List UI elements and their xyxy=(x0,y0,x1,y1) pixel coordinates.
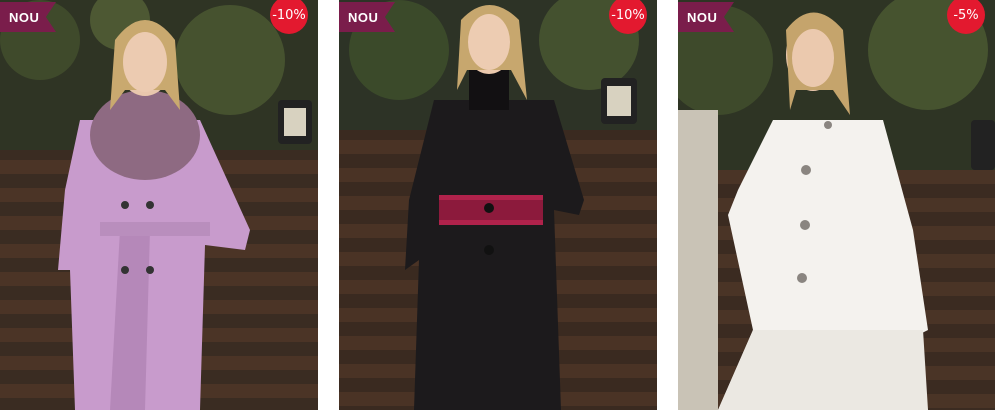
product-card-2[interactable]: NOU -10% xyxy=(339,0,657,410)
product-image-2[interactable] xyxy=(339,0,657,410)
product-card-3[interactable]: NOU -5% xyxy=(678,0,995,410)
product-image-1[interactable] xyxy=(0,0,318,410)
product-image-3[interactable] xyxy=(678,0,995,410)
product-card-1[interactable]: NOU -10% xyxy=(0,0,318,410)
